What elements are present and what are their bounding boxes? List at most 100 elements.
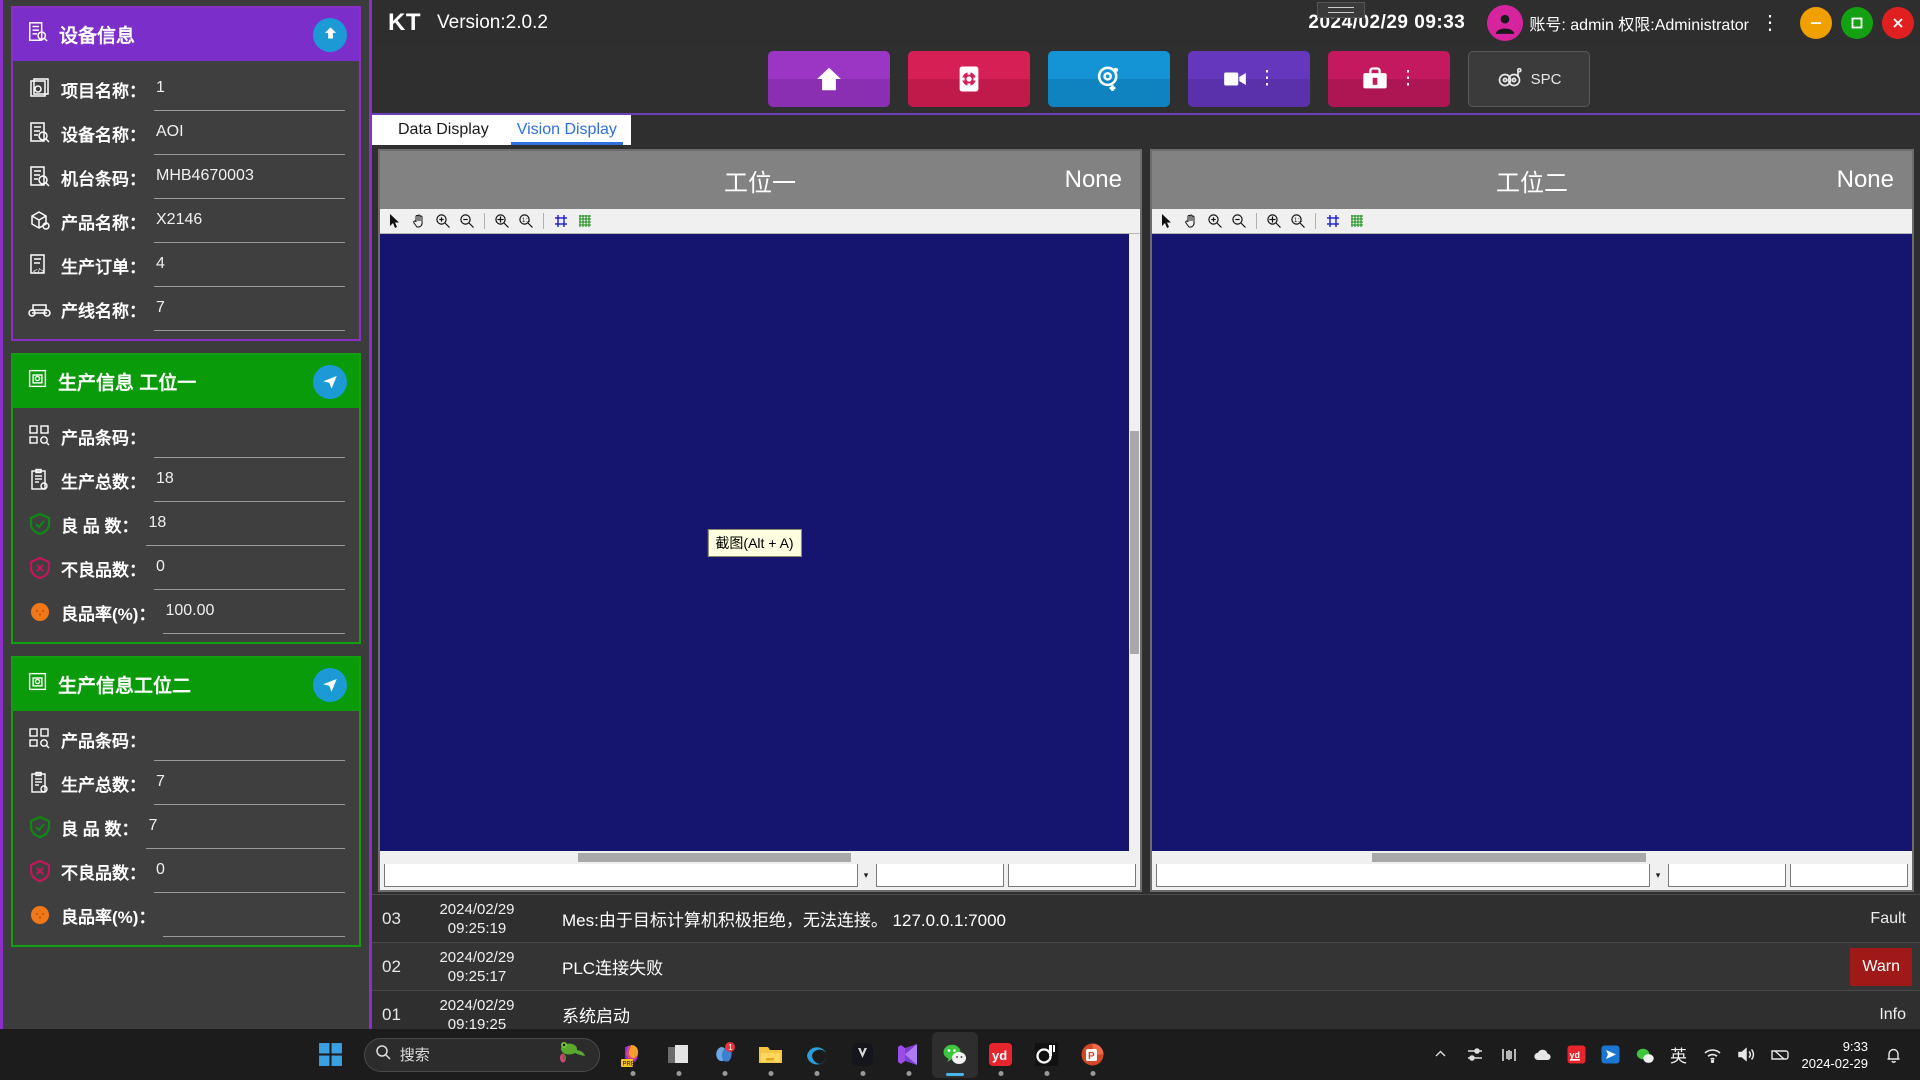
unity-app[interactable] bbox=[840, 1032, 886, 1078]
copilot-app[interactable]: PRE bbox=[610, 1032, 656, 1078]
zoom-in-icon[interactable] bbox=[1204, 211, 1226, 231]
tools-button[interactable]: ⋮ bbox=[1328, 51, 1450, 107]
tab-vision-display[interactable]: Vision Display bbox=[502, 115, 631, 145]
visual-studio-app[interactable] bbox=[886, 1032, 932, 1078]
table-row[interactable]: 03 2024/02/29 09:25:19 Mes:由于目标计算机积极拒绝，无… bbox=[372, 895, 1920, 943]
show-hidden-icons[interactable] bbox=[1424, 1035, 1458, 1075]
vision-panel2-hscrollbar[interactable] bbox=[1152, 851, 1912, 864]
qrcode-icon bbox=[27, 726, 53, 752]
vision-panel1-toolbar: 1:1 bbox=[380, 209, 1140, 234]
start-button[interactable] bbox=[308, 1032, 354, 1078]
svg-text:yd: yd bbox=[1570, 1050, 1581, 1060]
send-icon[interactable] bbox=[1594, 1035, 1628, 1075]
spc-button[interactable]: SPC bbox=[1468, 51, 1590, 107]
wechat-tray-icon[interactable] bbox=[1628, 1035, 1662, 1075]
clipboard-icon bbox=[27, 770, 53, 796]
device-row-order: </> 生产订单： 4 bbox=[27, 243, 345, 287]
crosshair-icon[interactable] bbox=[1322, 211, 1344, 231]
device-info-title: 设备信息 bbox=[59, 26, 136, 47]
search-input[interactable]: 搜索 bbox=[363, 1037, 600, 1072]
grid-icon[interactable] bbox=[574, 211, 596, 231]
minimize-button[interactable] bbox=[1800, 6, 1832, 39]
home-button[interactable] bbox=[768, 51, 890, 107]
vision-panel1-image[interactable]: 截图(Alt + A) bbox=[380, 234, 1129, 851]
taskview-app[interactable] bbox=[656, 1032, 702, 1078]
chevron-down-icon[interactable]: ▾ bbox=[1650, 863, 1666, 887]
vision-panel1-field-a[interactable] bbox=[876, 863, 1004, 887]
vision-panel2-title: 工位二 bbox=[1496, 169, 1568, 197]
camera-button[interactable]: ⋮ bbox=[1188, 51, 1310, 107]
edge-app[interactable] bbox=[794, 1032, 840, 1078]
wechat-app[interactable] bbox=[931, 1031, 978, 1078]
pointer-icon[interactable] bbox=[1156, 211, 1178, 231]
station1-body: 产品条码： 生产总数： 18 良 品 数： 18 不良品数： 0 良品率(%)：… bbox=[13, 408, 359, 642]
bell-icon[interactable] bbox=[1876, 1035, 1910, 1075]
zoom-out-icon[interactable] bbox=[1228, 211, 1250, 231]
log-message: PLC连接失败 bbox=[562, 959, 664, 978]
vision-panel1-hscrollbar[interactable] bbox=[380, 851, 1140, 864]
device-row-label: 机台条码： bbox=[61, 169, 146, 189]
tab-data-display[interactable]: Data Display bbox=[384, 115, 503, 145]
device-row-project: 项目名称： 1 bbox=[27, 67, 345, 111]
meter-icon[interactable] bbox=[1492, 1035, 1526, 1075]
station1-row-label: 不良品数： bbox=[61, 560, 146, 580]
station2-row-label: 良 品 数： bbox=[61, 819, 139, 839]
vision-panel1-header: 工位一 None bbox=[380, 151, 1140, 209]
log-timestamp: 2024/02/29 09:25:19 bbox=[422, 900, 532, 938]
crosshair-icon[interactable] bbox=[550, 211, 572, 231]
youdao-tray-icon[interactable]: yd bbox=[1560, 1035, 1594, 1075]
explorer-app[interactable] bbox=[748, 1032, 794, 1078]
network-adapter-icon[interactable] bbox=[1458, 1035, 1492, 1075]
station2-action-button[interactable] bbox=[313, 667, 347, 702]
wifi-icon[interactable] bbox=[1696, 1035, 1730, 1075]
table-row[interactable]: 01 2024/02/29 09:19:25 系统启动 Info bbox=[372, 991, 1920, 1030]
maximize-button[interactable] bbox=[1841, 6, 1873, 39]
station1-row-value: 18 bbox=[148, 513, 167, 531]
cloud-icon[interactable] bbox=[1526, 1035, 1560, 1075]
notes-app[interactable]: 1 bbox=[702, 1032, 748, 1078]
vision-panel2-field-a[interactable] bbox=[1668, 863, 1786, 887]
pointer-icon[interactable] bbox=[384, 211, 406, 231]
vision-panel1-status: None bbox=[1064, 166, 1122, 193]
tools-menu-dots[interactable]: ⋮ bbox=[1399, 69, 1418, 88]
vision-panel2-combo-input[interactable] bbox=[1156, 863, 1650, 887]
grid-icon[interactable] bbox=[1346, 211, 1368, 231]
vision-panel1-vscrollbar[interactable] bbox=[1129, 234, 1140, 851]
station2-row-value: 7 bbox=[156, 772, 165, 790]
avatar bbox=[1487, 4, 1524, 41]
vision-panel1-combo-input[interactable] bbox=[384, 863, 858, 887]
zoom-fit-icon[interactable]: 1:1 bbox=[1287, 211, 1309, 231]
zoom-fit-icon[interactable]: 1:1 bbox=[515, 211, 537, 231]
vision-button[interactable] bbox=[1048, 51, 1170, 107]
zoom-region-icon[interactable] bbox=[491, 211, 513, 231]
youdao-app[interactable]: yd bbox=[978, 1032, 1024, 1078]
vision-panel2-field-b[interactable] bbox=[1790, 863, 1908, 887]
pan-icon[interactable] bbox=[1180, 211, 1202, 231]
device-info-body: 项目名称： 1 设备名称： AOI 机台条码： MHB4670003 产品名称：… bbox=[13, 61, 359, 339]
zoom-region-icon[interactable] bbox=[1263, 211, 1285, 231]
event-log[interactable]: 03 2024/02/29 09:25:19 Mes:由于目标计算机积极拒绝，无… bbox=[372, 894, 1920, 1029]
log-date: 2024/02/29 bbox=[439, 996, 515, 1014]
settings-button[interactable] bbox=[908, 51, 1030, 107]
speaker-icon[interactable] bbox=[1730, 1035, 1764, 1075]
overflow-menu-button[interactable]: ⋮ bbox=[1759, 13, 1781, 33]
zoom-in-icon[interactable] bbox=[432, 211, 454, 231]
station1-action-button[interactable] bbox=[313, 364, 347, 399]
vision-panel2-image[interactable] bbox=[1152, 234, 1912, 851]
tim-app[interactable] bbox=[1024, 1032, 1070, 1078]
chevron-down-icon[interactable]: ▾ bbox=[858, 863, 874, 887]
battery-icon[interactable] bbox=[1764, 1035, 1798, 1075]
pan-icon[interactable] bbox=[408, 211, 430, 231]
svg-text:1:1: 1:1 bbox=[522, 218, 531, 224]
zoom-out-icon[interactable] bbox=[456, 211, 478, 231]
camera-menu-dots[interactable]: ⋮ bbox=[1258, 69, 1277, 88]
window-restore-handle[interactable] bbox=[1317, 2, 1365, 18]
powerpoint-app[interactable]: P bbox=[1070, 1032, 1116, 1078]
table-row[interactable]: 02 2024/02/29 09:25:17 PLC连接失败 Warn bbox=[372, 943, 1920, 991]
device-icon bbox=[27, 120, 53, 146]
ime-icon[interactable]: 英 bbox=[1662, 1035, 1696, 1075]
close-button[interactable] bbox=[1882, 6, 1914, 39]
vision-panel1-field-b[interactable] bbox=[1008, 863, 1136, 887]
taskbar-clock[interactable]: 9:33 2024-02-29 bbox=[1798, 1038, 1877, 1072]
device-info-action-button[interactable] bbox=[313, 17, 347, 52]
